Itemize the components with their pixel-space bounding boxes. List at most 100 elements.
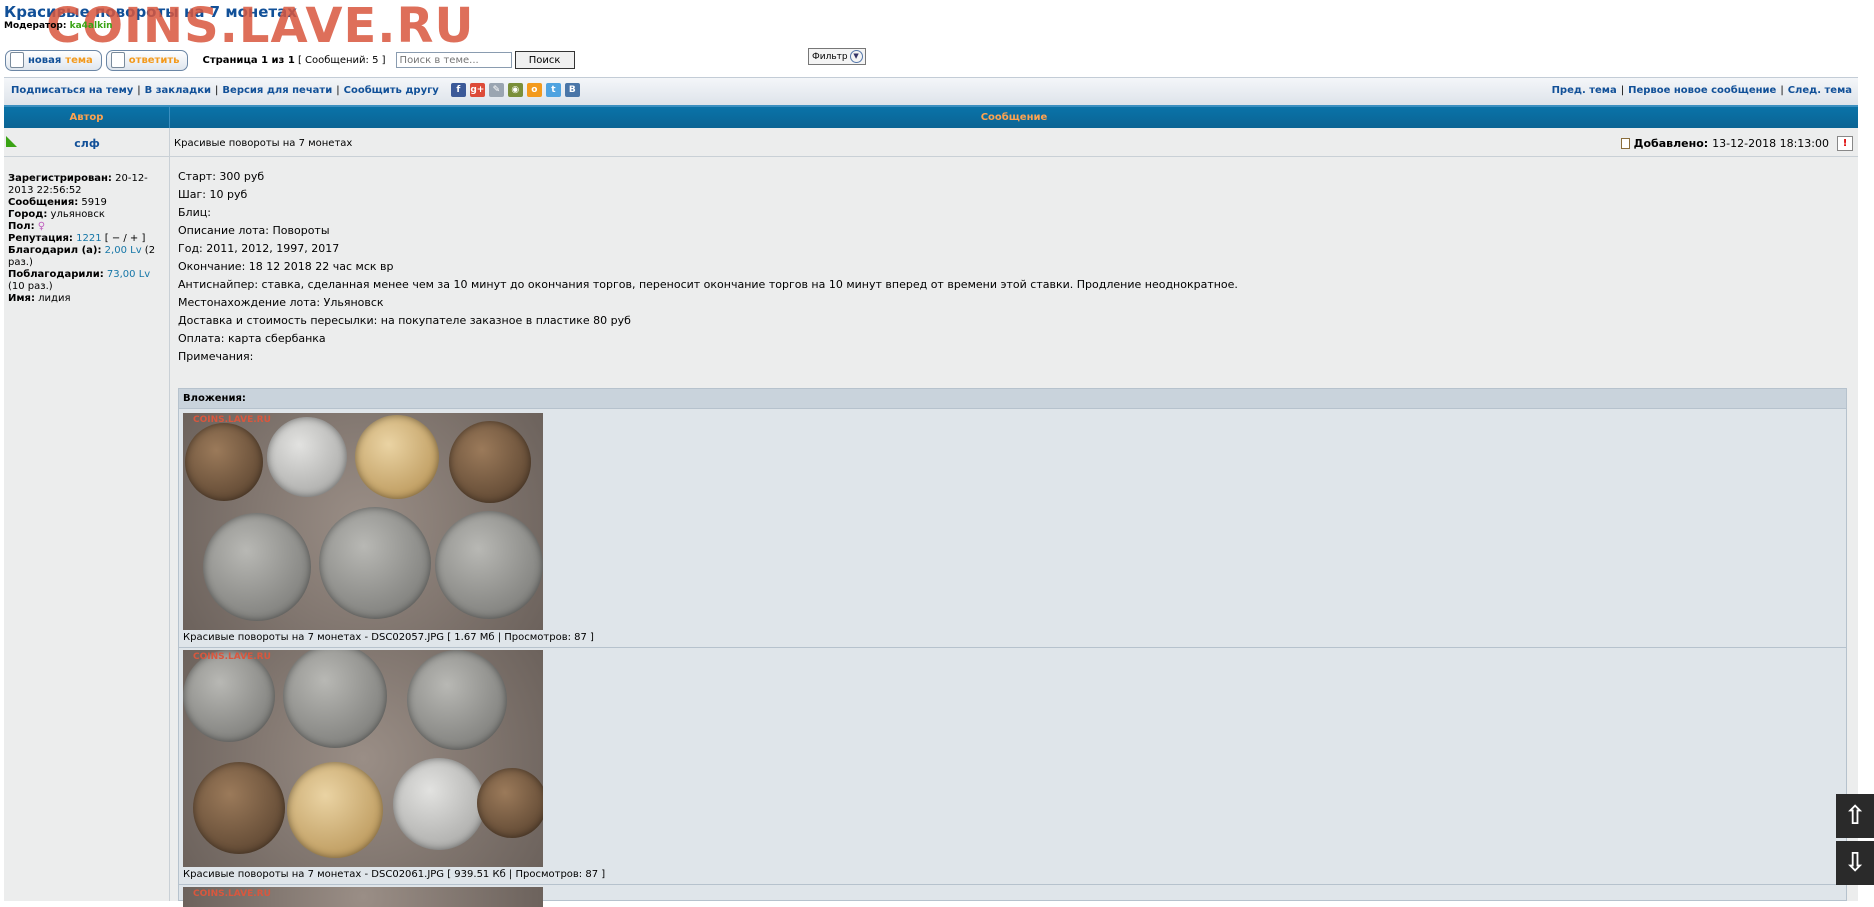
google-plus-icon[interactable]: g+: [469, 83, 485, 97]
image-watermark: COINS.LAVE.RU: [193, 889, 271, 899]
coin-image: [183, 650, 275, 742]
posts-value: 5919: [81, 197, 107, 208]
chevron-down-icon: ▼: [849, 50, 863, 63]
reply-label: ответить: [128, 54, 180, 66]
city-label: Город:: [8, 209, 48, 220]
author-divider: [4, 156, 170, 157]
post-line: Год: 2011, 2012, 1997, 2017: [178, 242, 340, 255]
message-column-header: Сообщение: [170, 105, 1858, 128]
twitter-icon[interactable]: t: [545, 83, 561, 97]
author-profile: Зарегистрирован: 20-12-2013 22:56:52 Соо…: [8, 173, 164, 305]
new-topic-icon: [10, 52, 24, 68]
coin-image: [449, 421, 531, 503]
post-line: Доставка и стоимость пересылки: на покуп…: [178, 314, 631, 327]
post-line: Окончание: 18 12 2018 22 час мск вр: [178, 260, 394, 273]
post-link-icon[interactable]: [1620, 138, 1630, 149]
next-topic-link[interactable]: След. тема: [1788, 85, 1852, 96]
reply-button[interactable]: ответить: [105, 49, 189, 71]
new-topic-label-1: новая: [28, 54, 62, 66]
odnoklassniki-icon[interactable]: о: [526, 83, 542, 97]
post-subject: Красивые повороты на 7 монетах: [174, 138, 353, 149]
coin-image: [203, 513, 311, 621]
coin-image: [477, 768, 543, 838]
moderator-label: Модератор:: [4, 21, 67, 31]
nav-separator: |: [336, 84, 340, 96]
coin-image: [267, 417, 347, 497]
post-line: Описание лота: Повороты: [178, 224, 330, 237]
image-watermark: COINS.LAVE.RU: [193, 415, 271, 425]
moderator-name-link[interactable]: ka4alkin: [70, 21, 113, 31]
attachments-box: Вложения: COINS.LAVE.RU Красивые поворот…: [178, 388, 1847, 907]
post-line: Антиснайпер: ставка, сделанная менее чем…: [178, 278, 1238, 291]
post-count: [ Сообщений: 5 ]: [297, 54, 386, 66]
subscribe-link[interactable]: Подписаться на тему: [11, 85, 133, 96]
print-version-link[interactable]: Версия для печати: [222, 85, 332, 96]
topic-search-input[interactable]: [395, 52, 512, 68]
thanked-value[interactable]: 2,00 Lv: [105, 245, 142, 256]
filter-button[interactable]: Фильтр ▼: [808, 48, 866, 65]
tell-friend-link[interactable]: Сообщить другу: [344, 85, 439, 96]
added-label: Добавлено:: [1633, 137, 1709, 150]
posts-label: Сообщения:: [8, 197, 79, 208]
coin-image: [435, 511, 543, 619]
coin-image: [185, 423, 263, 501]
pagination-info: Страница 1 из 1 [ Сообщений: 5 ]: [202, 55, 385, 66]
author-panel: слф Зарегистрирован: 20-12-2013 22:56:52…: [4, 128, 170, 901]
post-body: Старт: 300 руб Шаг: 10 руб Блиц: Описани…: [178, 168, 1238, 366]
page-label: Страница 1 из 1: [202, 54, 295, 66]
got-thanks-times: (10 раз.): [8, 281, 53, 292]
author-column-header: Автор: [4, 105, 170, 128]
facebook-icon[interactable]: f: [450, 83, 466, 97]
attachment-caption: Красивые повороты на 7 монетах - DSC0205…: [183, 632, 594, 643]
nav-separator: |: [137, 84, 141, 96]
message-divider: [170, 156, 1858, 157]
coin-image: [407, 650, 507, 750]
post-line: Шаг: 10 руб: [178, 188, 248, 201]
report-icon[interactable]: !: [1837, 136, 1853, 151]
reputation-value[interactable]: 1221: [76, 233, 101, 244]
message-panel: Красивые повороты на 7 монетах Добавлено…: [170, 128, 1858, 907]
female-icon: ♀: [37, 221, 46, 232]
attachment-divider: [179, 884, 1846, 885]
reputation-label: Репутация:: [8, 233, 73, 244]
coin-image: [319, 507, 431, 619]
coin-image: [193, 762, 285, 854]
search-button[interactable]: Поиск: [514, 51, 575, 69]
action-bar: новая тема ответить Страница 1 из 1 [ Со…: [5, 48, 575, 72]
attachments-title: Вложения:: [179, 389, 1846, 409]
author-name-link[interactable]: слф: [4, 137, 170, 150]
livejournal-icon[interactable]: ✎: [488, 83, 504, 97]
topic-nav-bar: Подписаться на тему | В закладки | Верси…: [4, 77, 1858, 106]
first-new-post-link[interactable]: Первое новое сообщение: [1628, 85, 1776, 96]
vkontakte-icon[interactable]: В: [564, 83, 580, 97]
bookmark-link[interactable]: В закладки: [145, 85, 211, 96]
topic-title[interactable]: Красивые повороты на 7 монетах: [4, 3, 297, 21]
share-icons: f g+ ✎ ◉ о t В: [450, 83, 580, 97]
nav-separator: |: [215, 84, 219, 96]
nav-separator: |: [1620, 85, 1625, 96]
nav-separator: |: [1780, 85, 1784, 96]
image-watermark: COINS.LAVE.RU: [193, 652, 271, 662]
post-line: Старт: 300 руб: [178, 170, 265, 183]
coin-image: [393, 758, 485, 850]
attachment-caption: Красивые повороты на 7 монетах - DSC0206…: [183, 869, 606, 880]
post-line: Блиц:: [178, 206, 211, 219]
coin-image: [287, 762, 383, 858]
registered-label: Зарегистрирован:: [8, 173, 112, 184]
attachment-divider: [179, 647, 1846, 648]
new-topic-button[interactable]: новая тема: [5, 49, 102, 71]
attachment-image[interactable]: COINS.LAVE.RU: [183, 650, 543, 867]
attachment-image[interactable]: COINS.LAVE.RU: [183, 413, 543, 630]
post-line: Местонахождение лота: Ульяновск: [178, 296, 384, 309]
prev-topic-link[interactable]: Пред. тема: [1552, 85, 1617, 96]
got-thanks-label: Поблагодарили:: [8, 269, 104, 280]
mailru-icon[interactable]: ◉: [507, 83, 523, 97]
got-thanks-value[interactable]: 73,00 Lv: [107, 269, 150, 280]
post-line: Примечания:: [178, 350, 254, 363]
attachment-image[interactable]: COINS.LAVE.RU: [183, 887, 543, 907]
name-label: Имя:: [8, 293, 35, 304]
thanked-label: Благодарил (а):: [8, 245, 102, 256]
scroll-down-button[interactable]: ⇩: [1836, 841, 1874, 885]
scroll-up-button[interactable]: ⇧: [1836, 794, 1874, 838]
reputation-controls[interactable]: [ − / + ]: [105, 233, 146, 244]
